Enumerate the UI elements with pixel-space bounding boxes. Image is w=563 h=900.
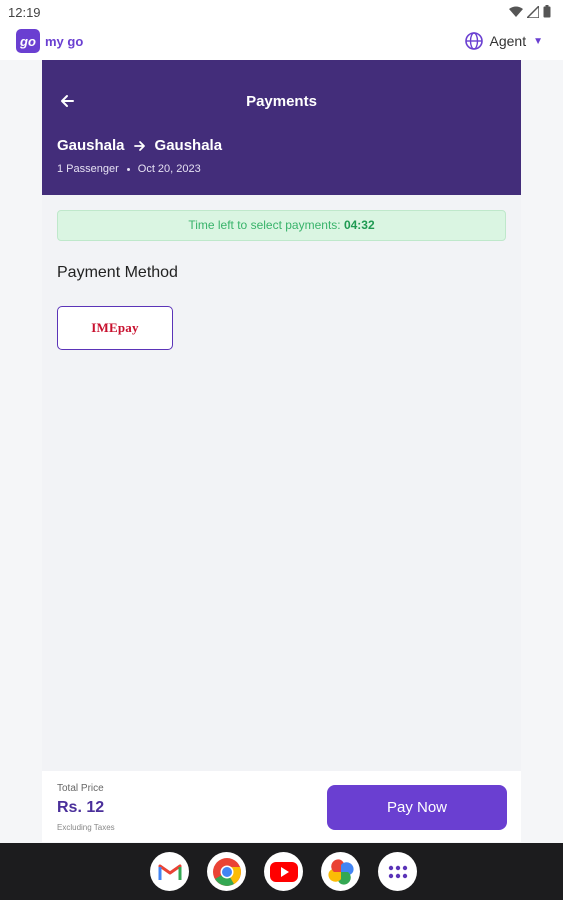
app-dock — [150, 852, 417, 891]
logo-mark: go — [16, 29, 40, 53]
youtube-icon[interactable] — [264, 852, 303, 891]
tax-note: Excluding Taxes — [57, 823, 115, 832]
total-price-label: Total Price — [57, 783, 104, 794]
photos-icon[interactable] — [321, 852, 360, 891]
payment-header: Payments Gaushala Gaushala 1 Passenger O… — [42, 60, 521, 195]
system-nav-bar — [0, 843, 563, 900]
gmail-icon[interactable] — [150, 852, 189, 891]
app-name: my go — [45, 33, 84, 49]
chrome-icon[interactable] — [207, 852, 246, 891]
pay-now-button[interactable]: Pay Now — [327, 785, 507, 830]
account-label: Agent — [489, 33, 527, 49]
origin-label: Gaushala — [57, 137, 125, 154]
total-price-value: Rs. 12 — [57, 799, 105, 816]
timer-label: Time left to select payments: — [188, 218, 341, 232]
trip-route: Gaushala Gaushala — [57, 137, 222, 154]
payment-container: Payments Gaushala Gaushala 1 Passenger O… — [42, 60, 521, 842]
destination-label: Gaushala — [154, 137, 223, 154]
trip-meta: 1 Passenger Oct 20, 2023 — [57, 163, 201, 175]
imepay-logo: IMEpay — [91, 320, 139, 335]
signal-icon — [527, 5, 539, 18]
app-logo[interactable]: go my go — [16, 29, 83, 53]
chevron-down-icon: ▼ — [533, 35, 543, 47]
trip-date: Oct 20, 2023 — [137, 163, 201, 175]
app-bar: go my go Agent ▼ — [0, 24, 563, 60]
wifi-icon — [509, 6, 523, 17]
status-bar: 12:19 — [0, 0, 563, 24]
payment-method-title: Payment Method — [57, 264, 178, 281]
app-drawer-icon[interactable] — [378, 852, 417, 891]
status-icons — [509, 5, 551, 18]
status-time: 12:19 — [8, 5, 41, 20]
battery-icon — [543, 5, 551, 18]
payment-option-imepay[interactable]: IMEpay — [57, 306, 173, 350]
page-title: Payments — [246, 93, 317, 110]
separator-dot — [126, 167, 130, 171]
account-dropdown[interactable]: Agent ▼ — [464, 32, 543, 50]
passenger-count: 1 Passenger — [57, 163, 119, 175]
globe-icon — [464, 32, 483, 50]
payment-timer: Time left to select payments: 04:32 — [57, 210, 506, 241]
arrow-right-icon — [133, 140, 145, 151]
checkout-footer: Total Price Rs. 12 Excluding Taxes Pay N… — [42, 771, 521, 842]
timer-value: 04:32 — [343, 218, 375, 232]
